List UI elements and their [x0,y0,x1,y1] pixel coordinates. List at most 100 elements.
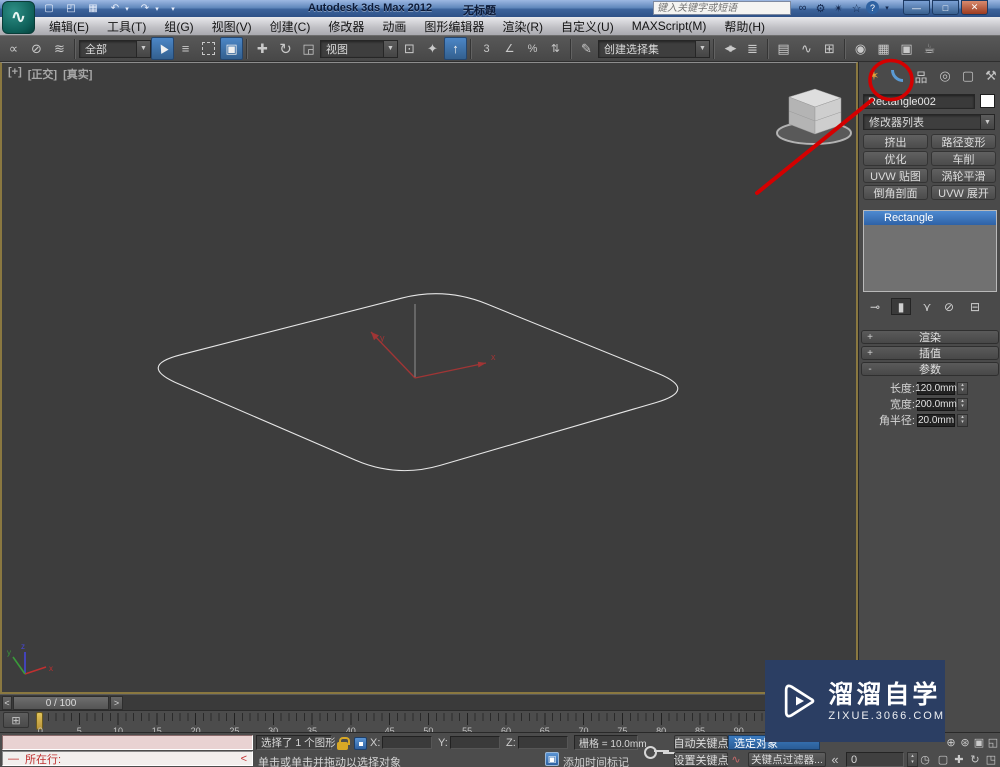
modifier-button-extrude[interactable]: 挤出 [863,134,928,149]
tab-motion[interactable]: ◎ [934,64,956,88]
help-dropdown-icon[interactable]: ▾ [882,0,892,16]
menu-group[interactable]: 组(G) [155,17,202,35]
select-and-rotate-icon[interactable]: ↻ [274,37,297,60]
keyboard-shortcut-override-toggle[interactable]: ↑ [444,37,467,60]
menu-views[interactable]: 视图(V) [203,17,261,35]
length-field[interactable]: 120.0mm [915,381,957,395]
pan-view-icon[interactable]: ✚ [952,752,966,766]
corner-radius-field[interactable]: 20.0mm [917,413,955,427]
percent-snap-toggle-icon[interactable]: % [521,37,544,60]
align-icon[interactable]: ≣ [741,37,764,60]
current-frame-field[interactable]: 0 [846,752,904,767]
open-file-icon[interactable]: ◰ [62,2,80,15]
time-configuration-icon[interactable]: ◷ [918,752,932,766]
set-key-button[interactable]: 设置关键点 [674,752,729,767]
previous-frame-button[interactable]: < [2,696,12,710]
rollout-rendering[interactable]: + 渲染 [861,330,999,344]
selection-lock-icon[interactable] [337,737,350,750]
chevron-down-icon[interactable]: ▼ [980,115,994,129]
quick-access-more-icon[interactable]: ▾ [168,2,178,15]
track-bar[interactable]: ⊞ 0 5 10 15 20 25 30 35 40 45 50 55 60 65 70 75 80 85 90 [0,710,858,736]
wrench-icon[interactable]: ⚙ [812,0,829,16]
x-coordinate-field[interactable] [382,736,432,749]
configure-modifier-sets-icon[interactable]: ⊟ [965,298,985,315]
tab-modify[interactable] [886,64,908,88]
modifier-stack[interactable]: Rectangle [863,210,997,292]
rectangular-selection-region-icon[interactable] [197,37,220,60]
modifier-button-turbosmooth[interactable]: 涡轮平滑 [931,168,996,183]
go-to-start-icon[interactable]: « [828,752,842,767]
help-icon[interactable]: ? [866,1,879,14]
maxscript-mini-listener-field[interactable]: — 所在行: < [2,751,253,766]
next-frame-button[interactable]: > [110,696,123,710]
spinner-down-icon[interactable]: ▾ [958,388,967,394]
menu-edit[interactable]: 编辑(E) [40,17,98,35]
undo-dropdown-icon[interactable]: ▾ [122,2,132,15]
mirror-icon[interactable]: ◀▶ [718,37,741,60]
menu-tools[interactable]: 工具(T) [98,17,155,35]
select-and-link-icon[interactable]: ∝ [2,37,25,60]
rollout-interpolation[interactable]: + 插值 [861,346,999,360]
menu-help[interactable]: 帮助(H) [715,17,774,35]
select-by-name-icon[interactable]: ≡ [174,37,197,60]
rollout-parameters[interactable]: - 参数 [861,362,999,376]
z-coordinate-field[interactable] [518,736,568,749]
show-end-result-icon[interactable]: ▮ [891,298,911,315]
angle-snap-toggle-icon[interactable]: ∠ [498,37,521,60]
viewcube[interactable] [776,88,852,145]
schematic-view-icon[interactable]: ⊞ [818,37,841,60]
rendered-frame-window-icon[interactable]: ▣ [895,37,918,60]
edit-named-selection-sets-icon[interactable]: ✎ [575,37,598,60]
close-button[interactable]: ✕ [961,0,988,15]
add-time-tag-label[interactable]: 添加时间标记 [563,754,629,767]
modifier-button-unwrap-uvw[interactable]: UVW 展开 [931,185,996,200]
save-file-icon[interactable]: ▦ [84,2,102,15]
maximize-viewport-toggle-icon[interactable]: ◳ [984,752,998,766]
menu-maxscript[interactable]: MAXScript(M) [623,17,716,35]
zoom-all-icon[interactable]: ⊛ [958,735,972,749]
y-coordinate-field[interactable] [450,736,500,749]
width-spinner[interactable]: ▴ ▾ [957,397,968,411]
modifier-list-dropdown[interactable]: 修改器列表 ▼ [863,114,995,130]
menu-rendering[interactable]: 渲染(R) [493,17,552,35]
listener-scroll-arrow[interactable]: < [241,753,247,765]
pin-stack-icon[interactable]: ⊸ [865,298,885,315]
favorites-star-icon[interactable]: ☆ [848,0,865,16]
bind-to-space-warp-icon[interactable]: ≋ [48,37,71,60]
rectangle-shape[interactable] [157,293,679,472]
menu-modifiers[interactable]: 修改器 [319,17,373,35]
render-setup-icon[interactable]: ▦ [872,37,895,60]
object-color-swatch[interactable] [980,94,995,108]
chevron-down-icon[interactable]: ▼ [383,40,397,57]
absolute-mode-transform-icon[interactable] [354,737,367,750]
search-input[interactable] [653,1,791,15]
spinner-down-icon[interactable]: ▾ [958,420,967,426]
modifier-button-uvw-map[interactable]: UVW 贴图 [863,168,928,183]
spinner-snap-toggle-icon[interactable]: ⇅ [544,37,567,60]
corner-radius-spinner[interactable]: ▴ ▾ [957,413,968,427]
key-filters-button[interactable]: 关键点过滤器... [748,752,826,767]
modifier-button-path-deform[interactable]: 路径变形 [931,134,996,149]
curve-editor-icon[interactable]: ∿ [795,37,818,60]
auto-key-button[interactable]: 自动关键点 [674,735,729,750]
snap-toggle-3d-icon[interactable]: 3 [475,37,498,60]
search-icon[interactable]: ∞ [794,0,811,16]
menu-animation[interactable]: 动画 [373,17,415,35]
frame-spinner[interactable]: ▴ ▾ [907,752,918,767]
object-name-field[interactable]: Rectangle002 [863,94,975,109]
width-field[interactable]: 200.0mm [915,397,957,411]
set-keys-key-icon[interactable] [644,745,670,759]
community-icon[interactable]: ✴ [830,0,847,16]
new-file-icon[interactable]: ▢ [40,2,58,15]
spinner-down-icon[interactable]: ▾ [958,404,967,410]
layer-manager-icon[interactable]: ▤ [772,37,795,60]
selection-filter-dropdown[interactable]: 全部 ▼ [79,39,151,58]
chevron-down-icon[interactable]: ▼ [136,40,150,57]
zoom-icon[interactable]: ⊕ [944,735,958,749]
modifier-button-bevel-profile[interactable]: 倒角剖面 [863,185,928,200]
select-object-button[interactable]: ▶ [151,37,174,60]
select-and-manipulate-icon[interactable]: ✦ [421,37,444,60]
use-pivot-point-center-icon[interactable]: ⊡ [398,37,421,60]
time-slider[interactable]: < 0 / 100 > [0,694,858,710]
spinner-down-icon[interactable]: ▾ [908,760,917,767]
